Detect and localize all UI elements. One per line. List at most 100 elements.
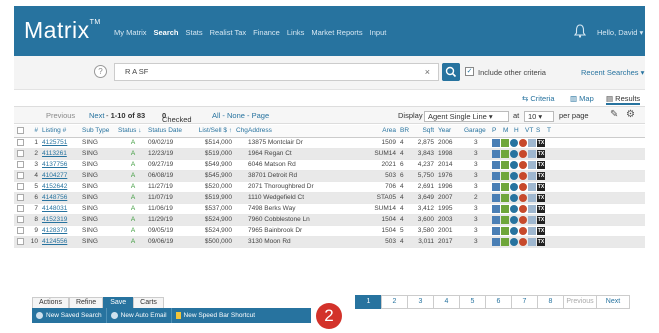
new-auto-email-button[interactable]: New Auto Email	[107, 308, 172, 323]
col-status-date[interactable]: Status Date	[148, 125, 190, 138]
help-icon[interactable]: ?	[94, 65, 107, 78]
row-checkbox[interactable]	[14, 203, 30, 215]
select-all-none-page[interactable]: All - None - Page	[212, 111, 269, 120]
row-checkbox[interactable]	[14, 170, 30, 182]
nav-search[interactable]: Search	[154, 28, 179, 37]
row-checkbox[interactable]	[14, 236, 30, 248]
photo-icon[interactable]	[492, 237, 500, 246]
map-icon[interactable]	[501, 193, 509, 202]
document-icon[interactable]	[528, 160, 536, 169]
col-s[interactable]: S	[536, 125, 547, 138]
photo-icon[interactable]	[492, 138, 500, 147]
map-icon[interactable]	[501, 237, 509, 246]
nav-input[interactable]: Input	[370, 28, 387, 37]
results-view-tab[interactable]: ▤ Results	[606, 94, 641, 105]
nav-market-reports[interactable]: Market Reports	[311, 28, 362, 37]
document-icon[interactable]	[528, 204, 536, 213]
map-icon[interactable]	[501, 160, 509, 169]
table-row[interactable]: 8 4152319 SING A 11/29/19 $524,900 7960 Cobble…	[14, 214, 645, 226]
photo-icon[interactable]	[492, 160, 500, 169]
showing-icon[interactable]	[519, 138, 527, 147]
search-input[interactable]: R A SF ×	[114, 63, 439, 81]
table-row[interactable]: 5 4152642 SING A 11/27/19 $520,000 2071 Thorou…	[14, 181, 645, 193]
photo-icon[interactable]	[492, 193, 500, 202]
row-listing-link[interactable]: 4148756	[42, 192, 82, 204]
row-checkbox[interactable]	[14, 148, 30, 160]
document-icon[interactable]	[528, 171, 536, 180]
showing-icon[interactable]	[519, 171, 527, 180]
col-price[interactable]: List/Sell $ ↑	[190, 125, 236, 138]
col-p[interactable]: P	[492, 125, 503, 138]
nav-my-matrix[interactable]: My Matrix	[114, 28, 147, 37]
page-8[interactable]: 8	[537, 295, 564, 309]
row-listing-link[interactable]: 4137756	[42, 159, 82, 171]
row-checkbox[interactable]	[14, 137, 30, 149]
row-checkbox[interactable]	[14, 225, 30, 237]
page-4[interactable]: 4	[433, 295, 460, 309]
photo-icon[interactable]	[492, 171, 500, 180]
document-icon[interactable]	[528, 182, 536, 191]
document-icon[interactable]	[528, 215, 536, 224]
table-row[interactable]: 6 4148756 SING A 11/07/19 $519,900 1110 Wedgef…	[14, 192, 645, 204]
row-checkbox[interactable]	[14, 159, 30, 171]
map-icon[interactable]	[501, 182, 509, 191]
col-address[interactable]: Address	[248, 125, 366, 138]
nav-links[interactable]: Links	[287, 28, 305, 37]
showing-icon[interactable]	[519, 149, 527, 158]
document-icon[interactable]	[528, 226, 536, 235]
user-menu[interactable]: Hello, David ▾	[597, 28, 643, 37]
col-year[interactable]: Year	[438, 125, 464, 138]
col-chg[interactable]: Chg	[236, 125, 248, 138]
tab-actions[interactable]: Actions	[32, 297, 69, 308]
map-icon[interactable]	[501, 204, 509, 213]
col-listing[interactable]: Listing #	[42, 125, 82, 138]
tax-icon[interactable]: TX	[537, 237, 545, 246]
page-3[interactable]: 3	[407, 295, 434, 309]
nav-realist-tax[interactable]: Realist Tax	[210, 28, 247, 37]
table-row[interactable]: 4 4104277 SING A 06/08/19 $545,900 38701 Detro…	[14, 170, 645, 182]
tab-save[interactable]: Save	[103, 297, 134, 308]
tax-icon[interactable]: TX	[537, 160, 545, 169]
page-6[interactable]: 6	[485, 295, 512, 309]
col-vt[interactable]: VT	[525, 125, 536, 138]
edit-icon[interactable]: ✎	[610, 109, 618, 120]
row-listing-link[interactable]: 4113261	[42, 148, 82, 160]
col-br[interactable]: BR	[400, 125, 412, 138]
table-row[interactable]: 2 4113261 SING A 12/23/19 $519,000 1964 Regan …	[14, 148, 645, 160]
virtual-tour-icon[interactable]	[510, 237, 518, 246]
col-subtype[interactable]: Sub Type	[82, 125, 118, 138]
col-sqft[interactable]: Sqft	[412, 125, 438, 138]
row-listing-link[interactable]: 4148031	[42, 203, 82, 215]
row-listing-link[interactable]: 4128379	[42, 225, 82, 237]
showing-icon[interactable]	[519, 204, 527, 213]
bell-icon[interactable]	[574, 24, 586, 38]
tax-icon[interactable]: TX	[537, 149, 545, 158]
table-row[interactable]: 10 4124556 SING A 09/06/19 $500,000 3130 Moon …	[14, 236, 645, 248]
next-link[interactable]: Next	[89, 111, 104, 120]
page-7[interactable]: 7	[511, 295, 538, 309]
showing-icon[interactable]	[519, 237, 527, 246]
display-format-select[interactable]: Agent Single Line ▾	[424, 111, 509, 122]
include-other-criteria-checkbox[interactable]: ✓	[465, 67, 474, 76]
showing-icon[interactable]	[519, 226, 527, 235]
map-icon[interactable]	[501, 226, 509, 235]
table-row[interactable]: 9 4128379 SING A 09/05/19 $524,900 7965 Bainbr…	[14, 225, 645, 237]
tax-icon[interactable]: TX	[537, 226, 545, 235]
virtual-tour-icon[interactable]	[510, 193, 518, 202]
matrix-logo[interactable]: MatrixTM	[24, 17, 101, 44]
per-page-select[interactable]: 10 ▾	[524, 111, 554, 122]
tax-icon[interactable]: TX	[537, 204, 545, 213]
showing-icon[interactable]	[519, 193, 527, 202]
virtual-tour-icon[interactable]	[510, 138, 518, 147]
photo-icon[interactable]	[492, 226, 500, 235]
row-listing-link[interactable]: 4104277	[42, 170, 82, 182]
document-icon[interactable]	[528, 149, 536, 158]
tax-icon[interactable]: TX	[537, 138, 545, 147]
showing-icon[interactable]	[519, 215, 527, 224]
row-listing-link[interactable]: 4152642	[42, 181, 82, 193]
nav-finance[interactable]: Finance	[253, 28, 280, 37]
nav-stats[interactable]: Stats	[186, 28, 203, 37]
virtual-tour-icon[interactable]	[510, 171, 518, 180]
virtual-tour-icon[interactable]	[510, 226, 518, 235]
new-speed-bar-shortcut-button[interactable]: New Speed Bar Shortcut	[172, 308, 260, 323]
